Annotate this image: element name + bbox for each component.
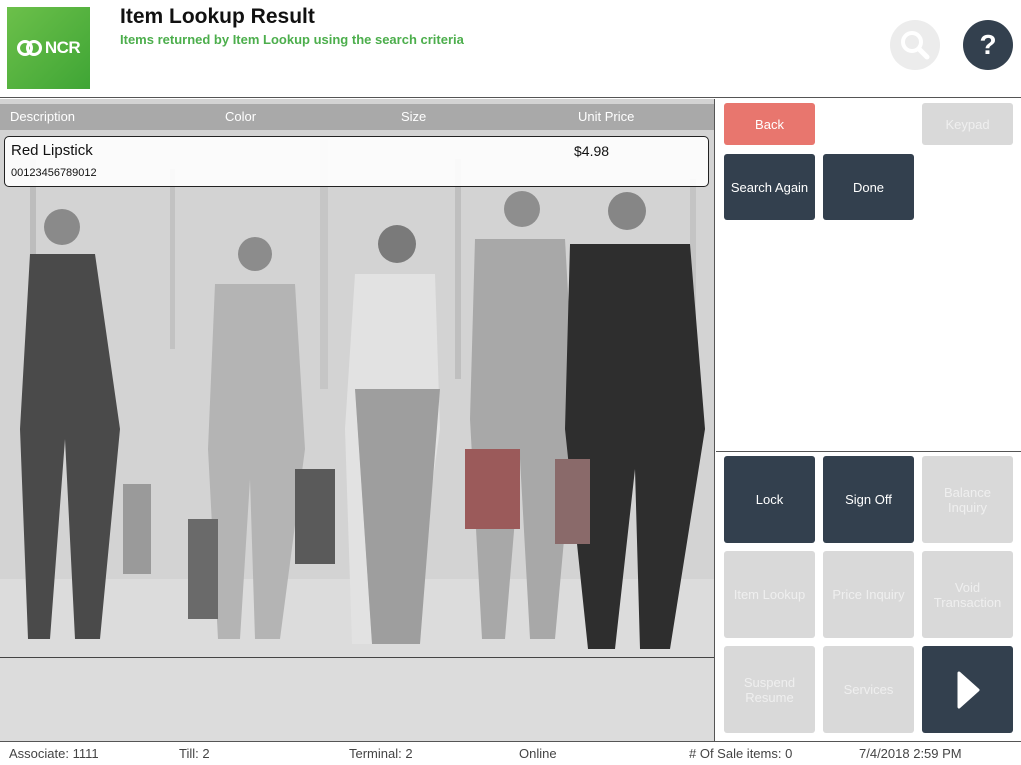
item-lookup-panel: Description Color Size Unit Price Red Li…	[0, 99, 715, 741]
balance-inquiry-button[interactable]: Balance Inquiry	[922, 456, 1013, 543]
page-title: Item Lookup Result	[120, 5, 315, 28]
price-inquiry-button[interactable]: Price Inquiry	[823, 551, 914, 638]
ncr-rings-icon	[16, 40, 43, 56]
void-transaction-button[interactable]: Void Transaction	[922, 551, 1013, 638]
logo-mark: NCR	[16, 38, 81, 58]
play-arrow-icon	[957, 671, 979, 708]
logo-text: NCR	[44, 38, 81, 57]
item-unit-price: $4.98	[574, 143, 610, 159]
column-color: Color	[225, 109, 257, 124]
terminal-label: Terminal: 2	[349, 746, 413, 761]
sign-off-button[interactable]: Sign Off	[823, 456, 914, 543]
column-description: Description	[10, 109, 76, 124]
column-size: Size	[401, 109, 427, 124]
status-bar: Associate: 1111 Till: 2 Terminal: 2 Onli…	[0, 741, 1021, 765]
background-photo	[0, 99, 714, 741]
search-button[interactable]	[890, 20, 940, 70]
ncr-logo: NCR	[7, 7, 90, 89]
item-lookup-button[interactable]: Item Lookup	[724, 551, 815, 638]
magnifier-icon	[901, 31, 930, 60]
grid-header: Description Color Size Unit Price	[0, 104, 714, 130]
item-description: Red Lipstick	[11, 142, 93, 159]
services-button[interactable]: Services	[823, 646, 914, 733]
connection-status: Online	[519, 746, 557, 761]
back-button[interactable]: Back	[724, 103, 815, 145]
header: NCR Item Lookup Result Items returned by…	[0, 0, 1021, 98]
search-again-button[interactable]: Search Again	[724, 154, 815, 220]
right-panel-divider	[716, 451, 1021, 452]
column-unit-price: Unit Price	[578, 109, 635, 124]
suspend-resume-button[interactable]: Suspend Resume	[724, 646, 815, 733]
done-button[interactable]: Done	[823, 154, 914, 220]
next-page-button[interactable]	[922, 646, 1013, 733]
page-subtitle: Items returned by Item Lookup using the …	[120, 32, 464, 47]
action-panel: Back Keypad Search Again Done Lock Sign …	[716, 99, 1021, 741]
item-code: 00123456789012	[11, 167, 97, 179]
panel-divider	[0, 657, 714, 658]
sale-items-count: # Of Sale items: 0	[689, 746, 793, 761]
keypad-button[interactable]: Keypad	[922, 103, 1013, 145]
lock-button[interactable]: Lock	[724, 456, 815, 543]
date-time: 7/4/2018 2:59 PM	[859, 746, 962, 761]
help-button[interactable]: ?	[963, 20, 1013, 70]
table-row[interactable]: Red Lipstick 00123456789012 $4.98	[4, 136, 709, 187]
till-label: Till: 2	[179, 746, 210, 761]
associate-label: Associate: 1111	[9, 746, 99, 761]
